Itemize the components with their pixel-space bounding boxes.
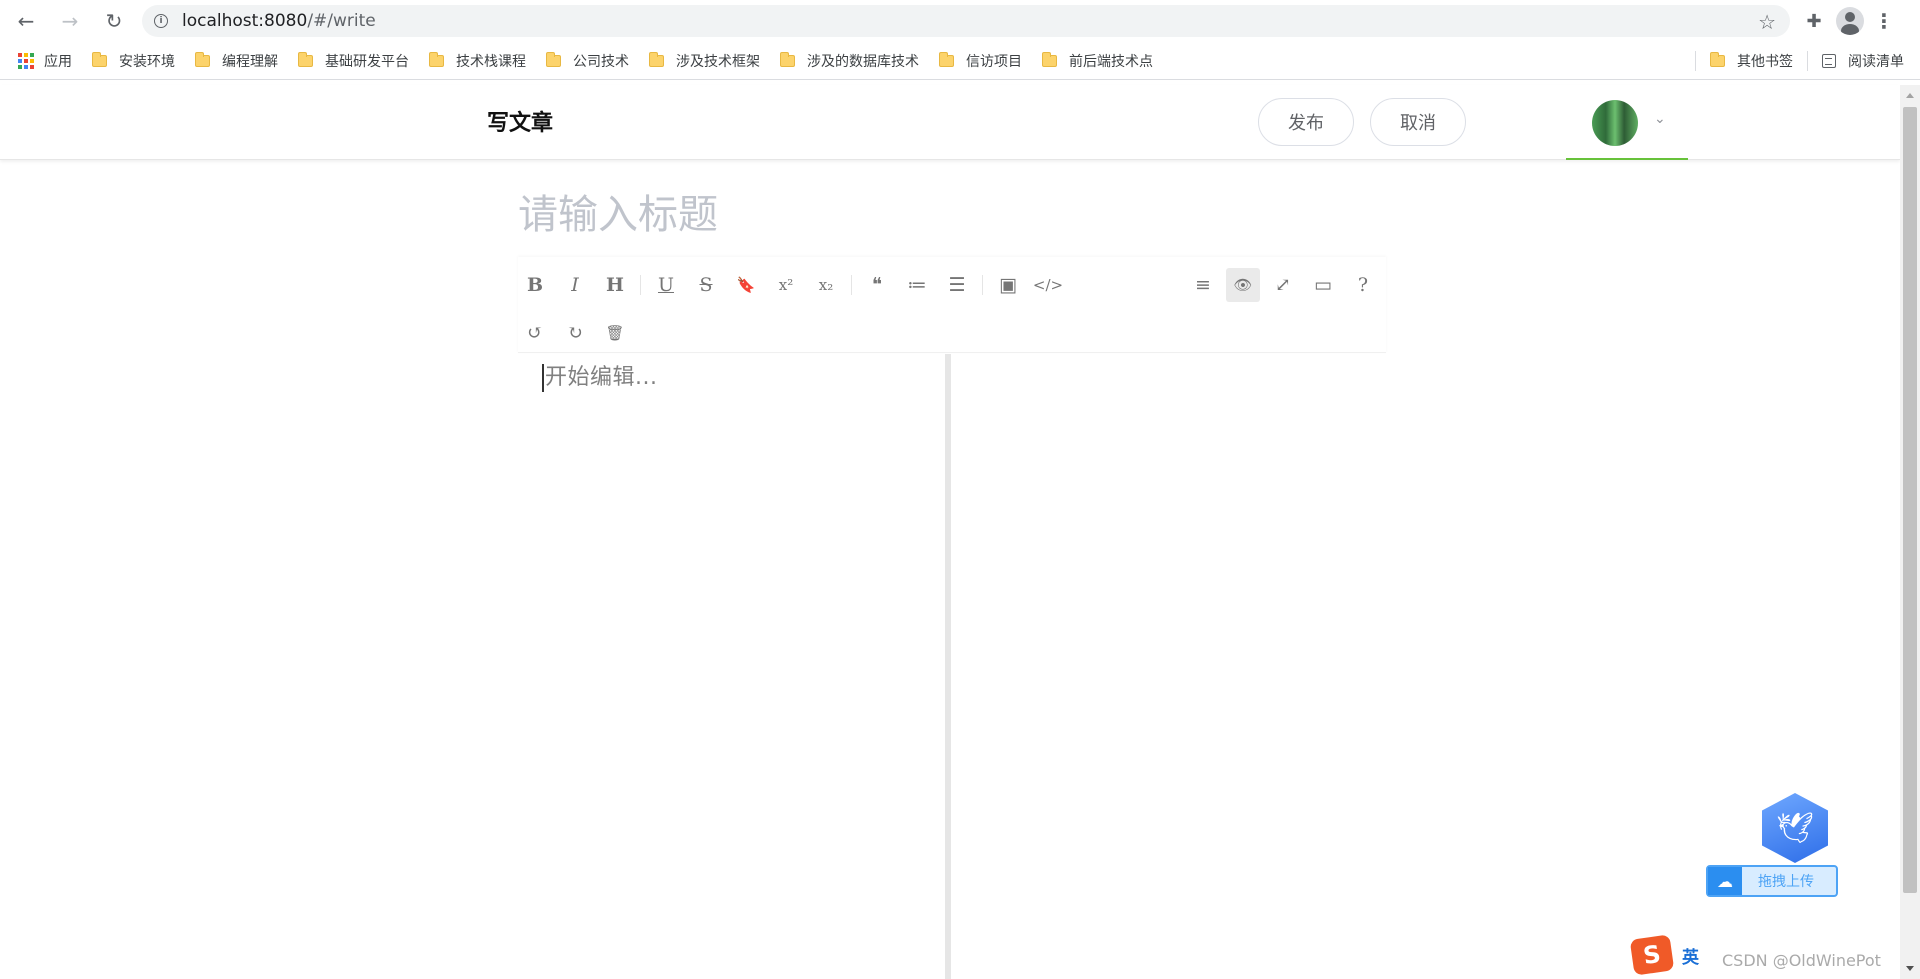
reading-list[interactable]: 阅读清单 — [1822, 51, 1904, 71]
apps-grid-icon — [18, 52, 34, 69]
sogou-ime-icon[interactable]: S — [1629, 934, 1675, 976]
subscript-icon[interactable]: x₂ — [809, 268, 843, 302]
bookmark-folder-item[interactable]: 基础研发平台 — [298, 51, 409, 71]
bookmark-folder-item[interactable]: 技术栈课程 — [429, 51, 526, 71]
publish-button[interactable]: 发布 — [1258, 98, 1354, 146]
bookmark-folder-item[interactable]: 涉及技术框架 — [649, 51, 760, 71]
reading-list-icon — [1822, 54, 1836, 68]
profile-avatar-icon[interactable] — [1836, 7, 1864, 35]
user-menu[interactable]: ⌄ — [1566, 85, 1688, 160]
code-icon[interactable]: </> — [1031, 268, 1065, 302]
address-bar[interactable]: i localhost:8080/#/write ☆ — [142, 5, 1790, 37]
cloud-icon: ☁ — [1708, 867, 1742, 895]
fullscreen-icon[interactable]: ⤢ — [1266, 268, 1300, 302]
content-placeholder: 开始编辑... — [542, 364, 657, 392]
chrome-menu-icon[interactable]: ⋮ — [1874, 9, 1894, 33]
ordered-list-icon[interactable]: ≔ — [900, 268, 934, 302]
browser-toolbar: ← → ↻ i localhost:8080/#/write ☆ ✚ ⋮ — [0, 0, 1920, 42]
bookmark-separator — [1695, 51, 1696, 71]
bird-logo-icon[interactable]: 🕊 — [1762, 793, 1828, 863]
scroll-thumb[interactable] — [1903, 107, 1917, 893]
folder-icon — [546, 51, 561, 67]
folder-icon — [939, 51, 954, 67]
extensions-puzzle-icon[interactable]: ✚ — [1802, 9, 1826, 33]
bookmark-folder-item[interactable]: 公司技术 — [546, 51, 629, 71]
editor-panes: 开始编辑... — [518, 354, 1386, 979]
cancel-button[interactable]: 取消 — [1370, 98, 1466, 146]
reload-icon[interactable]: ↻ — [96, 3, 132, 39]
bookmarks-bar: 应用 安装环境 编程理解 基础研发平台 技术栈课程 公司技术 涉及技术框架 涉及的数据库技术… — [0, 42, 1920, 80]
page-content: 写文章 发布 取消 ⌄ BIHUS🔖x²x₂ ❝≔☰ ▣</> ↺↻🗑 ≡👁⤢▭? … — [0, 85, 1900, 979]
preview-toggle-icon[interactable]: 👁 — [1226, 268, 1260, 302]
scroll-up-icon[interactable] — [1906, 93, 1914, 98]
folder-icon — [298, 51, 313, 67]
folder-icon — [195, 51, 210, 67]
article-title-input[interactable] — [518, 185, 1388, 245]
bookmark-folder-item[interactable]: 涉及的数据库技术 — [780, 51, 919, 71]
ime-language-toggle[interactable]: 英 — [1682, 943, 1699, 968]
toolbar-separator — [851, 275, 852, 295]
bookmark-star-icon[interactable]: ☆ — [1758, 10, 1776, 34]
navigation-icon[interactable]: ≡ — [1186, 268, 1220, 302]
help-icon[interactable]: ? — [1346, 268, 1380, 302]
mark-icon[interactable]: 🔖 — [729, 268, 763, 302]
app-header: 写文章 发布 取消 ⌄ — [0, 85, 1900, 160]
italic-icon[interactable]: I — [558, 268, 592, 302]
folder-icon — [1710, 52, 1725, 67]
forward-icon[interactable]: → — [52, 3, 88, 39]
bookmark-folder-item[interactable]: 前后端技术点 — [1042, 51, 1153, 71]
unordered-list-icon[interactable]: ☰ — [940, 268, 974, 302]
undo-icon[interactable]: ↺ — [518, 316, 552, 350]
toolbar-separator — [640, 275, 641, 295]
image-icon[interactable]: ▣ — [991, 268, 1025, 302]
folder-icon — [1042, 51, 1057, 67]
drag-upload-bar[interactable]: ☁ 拖拽上传 — [1706, 865, 1838, 897]
window-icon[interactable]: ▭ — [1306, 268, 1340, 302]
upload-widget[interactable]: 🕊 ☁ 拖拽上传 — [1706, 793, 1838, 899]
folder-icon — [429, 51, 444, 67]
bookmark-other[interactable]: 其他书签 — [1710, 51, 1793, 71]
edit-pane[interactable]: 开始编辑... — [518, 354, 945, 979]
bookmark-folder-item[interactable]: 信访项目 — [939, 51, 1022, 71]
chevron-down-icon[interactable]: ⌄ — [1654, 111, 1666, 127]
redo-icon[interactable]: ↻ — [558, 316, 592, 350]
superscript-icon[interactable]: x² — [769, 268, 803, 302]
site-info-icon[interactable]: i — [154, 14, 168, 28]
toolbar-separator — [982, 275, 983, 295]
folder-icon — [92, 51, 107, 67]
strikethrough-icon[interactable]: S — [689, 268, 723, 302]
quote-icon[interactable]: ❝ — [860, 268, 894, 302]
bookmark-apps[interactable]: 应用 — [18, 51, 72, 71]
watermark: CSDN @OldWinePot — [1722, 951, 1881, 970]
markdown-editor: B I H U S 🔖 x² x₂ ❝ ≔ ☰ ▣ </> ↺ ↻ 🗑 ≡ 👁 ⤢ ▭? 开始编辑... — [518, 257, 1386, 979]
bookmark-separator — [1807, 51, 1808, 71]
header-icon[interactable]: H — [598, 268, 632, 302]
underline-icon[interactable]: U — [649, 268, 683, 302]
bookmark-folder-item[interactable]: 安装环境 — [92, 51, 175, 71]
page-title: 写文章 — [487, 111, 554, 136]
bookmark-folder-item[interactable]: 编程理解 — [195, 51, 278, 71]
page-scrollbar[interactable] — [1900, 85, 1920, 979]
avatar[interactable] — [1592, 100, 1638, 146]
editor-toolbar: B I H U S 🔖 x² x₂ ❝ ≔ ☰ ▣ </> ↺ ↻ 🗑 ≡ 👁 ⤢ ▭? — [518, 257, 1386, 353]
bold-icon[interactable]: B — [518, 268, 552, 302]
scroll-down-icon[interactable] — [1906, 966, 1914, 971]
url-text[interactable]: localhost:8080/#/write — [182, 11, 376, 31]
folder-icon — [649, 51, 664, 67]
trash-icon[interactable]: 🗑 — [598, 316, 632, 350]
folder-icon — [780, 51, 795, 67]
back-icon[interactable]: ← — [8, 3, 44, 39]
preview-pane — [951, 354, 1386, 979]
